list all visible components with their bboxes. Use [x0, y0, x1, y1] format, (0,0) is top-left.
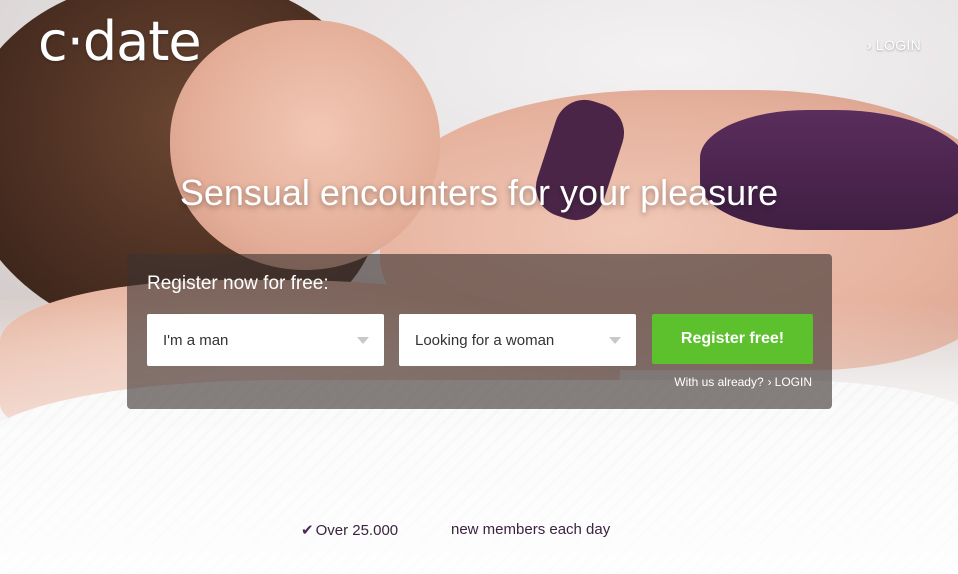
seeking-select-value: Looking for a woman — [415, 331, 555, 349]
register-panel: Register now for free: I'm a man Looking… — [127, 254, 832, 409]
caret-down-icon — [609, 337, 621, 344]
chevron-right-icon: › — [866, 37, 872, 53]
already-member-login-link[interactable]: › LOGIN — [768, 375, 812, 389]
header-login-link[interactable]: › LOGIN — [867, 37, 921, 53]
chevron-right-icon: › — [767, 375, 772, 389]
stats-bar: ✔ Over 25.000 new members each day — [0, 521, 958, 541]
caret-down-icon — [357, 337, 369, 344]
background-figure-face — [170, 20, 440, 270]
header-login-label: LOGIN — [875, 37, 921, 53]
already-member-text: With us already? — [674, 375, 764, 389]
seeking-select[interactable]: Looking for a woman — [399, 314, 636, 366]
cdate-logo[interactable]: c·date — [38, 10, 202, 73]
register-button[interactable]: Register free! — [652, 314, 813, 364]
already-member-login-label: LOGIN — [774, 375, 812, 389]
already-member-row: With us already? › LOGIN — [674, 375, 812, 389]
register-title: Register now for free: — [147, 273, 329, 294]
gender-select[interactable]: I'm a man — [147, 314, 384, 366]
checkmark-icon: ✔ — [301, 522, 314, 539]
stats-members-text: new members each day — [451, 521, 611, 538]
hero-headline: Sensual encounters for your pleasure — [179, 172, 779, 213]
stats-count-text: Over 25.000 — [315, 521, 399, 539]
stats-members-count: ✔ Over 25.000 — [301, 521, 399, 540]
gender-select-value: I'm a man — [163, 331, 229, 349]
